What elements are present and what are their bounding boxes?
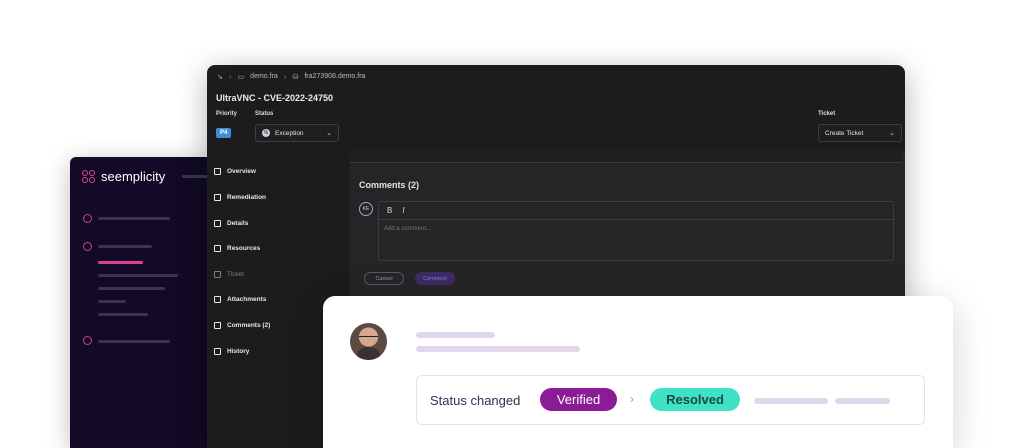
nav-label: Attachments (227, 295, 267, 303)
sidebar-placeholder (98, 245, 152, 248)
bold-button[interactable]: B (387, 206, 392, 215)
app-sidebar: seemplicity (70, 157, 220, 448)
status-change-row: Status changed Verified › Resolved (416, 375, 925, 425)
ticket-label: Ticket (818, 111, 836, 117)
sidebar-placeholder (98, 217, 170, 220)
comment-icon (214, 321, 221, 329)
subtitle-placeholder (416, 346, 580, 352)
from-status-badge: Verified (540, 388, 617, 411)
nav-label: Details (227, 219, 249, 227)
sidebar-placeholder (98, 274, 178, 277)
meta-placeholder (754, 398, 828, 404)
nav-label: Overview (227, 167, 256, 175)
home-icon[interactable]: ➘ (217, 73, 223, 81)
breadcrumb: ➘ › ▭ demo.fra › ⛁ fra273908.demo.fra (217, 72, 365, 81)
comment-button[interactable]: Comment (415, 272, 455, 285)
user-icon[interactable] (83, 214, 92, 223)
ticket-dropdown[interactable]: Create Ticket ⌄ (818, 124, 902, 142)
italic-button[interactable]: I (402, 206, 404, 215)
tab-overview[interactable]: Overview (207, 158, 347, 184)
sidebar-placeholder (98, 300, 126, 303)
document-icon (214, 219, 221, 227)
comment-editor[interactable]: B I Add a comment... (378, 201, 894, 261)
chevron-right-icon: › (283, 72, 287, 81)
brand-logo: seemplicity (82, 169, 165, 184)
nav-label: Ticket (227, 270, 245, 278)
tab-ticket[interactable]: Ticket (207, 261, 347, 287)
section-divider (350, 150, 902, 163)
priority-badge: P4 (216, 128, 232, 138)
ticket-icon (214, 270, 221, 278)
sidebar-placeholder (98, 340, 170, 343)
logo-icon (82, 169, 96, 184)
avatar (350, 323, 387, 360)
comments-title: Comments (2) (359, 180, 420, 190)
database-icon (214, 244, 221, 252)
bug-icon[interactable] (83, 242, 92, 251)
cancel-button[interactable]: Cancel (364, 272, 404, 285)
status-value: Exception (275, 129, 304, 137)
nav-label: Resources (227, 244, 261, 252)
page-title: UltraVNC - CVE-2022-24750 (216, 93, 334, 103)
comment-input[interactable]: Add a comment... (379, 220, 893, 238)
paperclip-icon (214, 295, 221, 303)
priority-label: Priority (216, 111, 238, 117)
name-placeholder (416, 332, 495, 338)
avatar: KE (359, 202, 373, 216)
chevron-right-icon: › (228, 72, 232, 81)
breadcrumb-item[interactable]: demo.fra (250, 73, 278, 80)
status-label: Status (255, 111, 274, 117)
folder-icon: ▭ (237, 73, 245, 81)
history-icon (214, 347, 221, 355)
tab-details[interactable]: Details (207, 210, 347, 236)
database-icon: ⛁ (292, 73, 299, 81)
breadcrumb-item[interactable]: fra273908.demo.fra (304, 73, 365, 80)
shield-icon[interactable] (83, 336, 92, 345)
tab-remediation[interactable]: Remediation (207, 184, 347, 210)
nav-label: History (227, 347, 250, 355)
status-change-label: Status changed (430, 393, 521, 408)
editor-toolbar: B I (379, 202, 893, 220)
chevron-down-icon: ⌄ (326, 130, 332, 137)
tab-resources[interactable]: Resources (207, 235, 347, 261)
to-status-badge: Resolved (650, 388, 740, 411)
overview-icon (214, 167, 221, 175)
status-dropdown[interactable]: % Exception ⌄ (255, 124, 339, 142)
chevron-right-icon: › (630, 392, 634, 406)
status-card: Status changed Verified › Resolved (323, 296, 953, 448)
sidebar-active-item[interactable] (98, 261, 143, 264)
link-icon (214, 193, 221, 201)
meta-placeholder (835, 398, 890, 404)
sidebar-placeholder (98, 287, 165, 290)
ticket-value: Create Ticket (825, 129, 864, 137)
nav-label: Comments (2) (227, 321, 271, 329)
exception-icon: % (262, 129, 270, 137)
chevron-down-icon: ⌄ (889, 130, 895, 137)
nav-label: Remediation (227, 193, 267, 201)
brand-name: seemplicity (101, 169, 166, 184)
sidebar-placeholder (98, 313, 148, 316)
